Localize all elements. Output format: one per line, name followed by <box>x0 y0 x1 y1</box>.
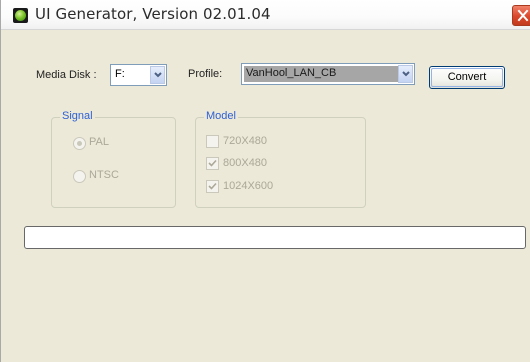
progress-bar <box>24 226 526 249</box>
checkmark-icon <box>208 159 217 167</box>
ntsc-radio[interactable] <box>73 170 86 183</box>
profile-label: Profile: <box>188 68 223 80</box>
model-800x480-checkbox[interactable] <box>206 157 219 170</box>
main-window: UI Generator, Version 02.01.04 Media Dis… <box>0 0 530 362</box>
profile-dropdown[interactable]: VanHool_LAN_CB <box>241 63 415 85</box>
app-globe-orb <box>15 10 26 21</box>
profile-dropdown-button[interactable] <box>398 65 413 83</box>
model-720x480-label: 720X480 <box>223 135 268 147</box>
app-globe-icon <box>13 8 28 23</box>
media-disk-dropdown[interactable]: F: <box>110 64 167 86</box>
profile-value: VanHool_LAN_CB <box>246 67 337 79</box>
media-disk-label: Media Disk : <box>36 69 97 81</box>
convert-button[interactable]: Convert <box>429 66 505 89</box>
signal-groupbox: Signal <box>51 110 176 208</box>
window-title: UI Generator, Version 02.01.04 <box>35 5 271 23</box>
model-groupbox: Model <box>195 110 366 208</box>
signal-group-legend: Signal <box>60 110 95 122</box>
pal-label: PAL <box>89 136 109 148</box>
media-disk-value: F: <box>115 68 125 80</box>
title-bar[interactable]: UI Generator, Version 02.01.04 <box>1 0 530 30</box>
pal-radio[interactable] <box>73 137 86 150</box>
chevron-down-icon <box>402 71 410 77</box>
close-button[interactable] <box>512 5 530 26</box>
model-720x480-checkbox[interactable] <box>206 135 219 148</box>
ntsc-label: NTSC <box>89 169 119 181</box>
model-1024x600-label: 1024X600 <box>223 180 274 192</box>
checkmark-icon <box>208 182 217 190</box>
model-group-legend: Model <box>204 110 238 122</box>
model-800x480-label: 800X480 <box>223 157 268 169</box>
model-1024x600-checkbox[interactable] <box>206 180 219 193</box>
media-disk-dropdown-button[interactable] <box>150 66 165 84</box>
chevron-down-icon <box>154 72 162 78</box>
close-icon <box>517 9 529 22</box>
